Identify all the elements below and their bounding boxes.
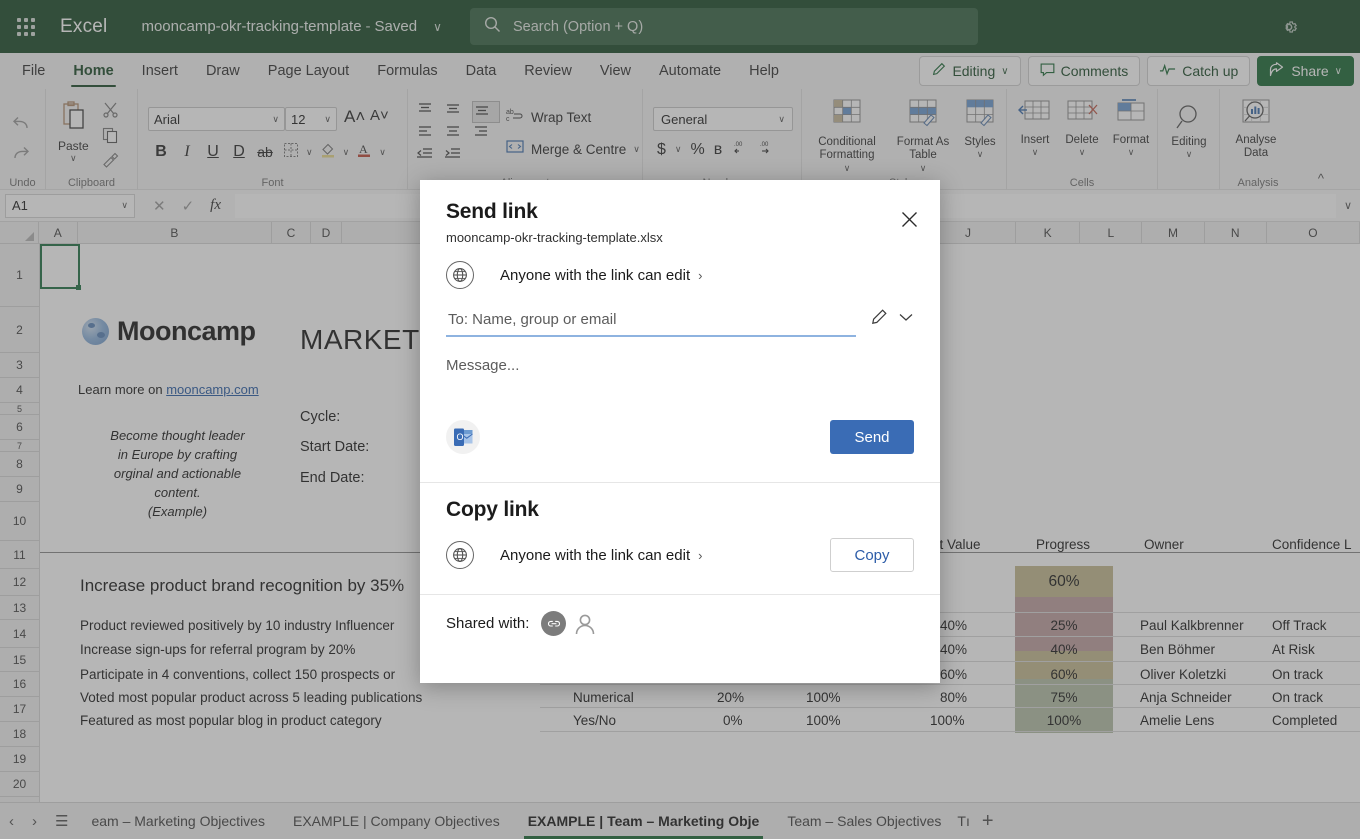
message-input[interactable]: Message...: [446, 357, 914, 374]
send-link-section: Send link mooncamp-okr-tracking-template…: [420, 180, 940, 374]
recipients-input[interactable]: [446, 307, 856, 337]
link-chain-icon[interactable]: [541, 611, 566, 636]
file-name-label: mooncamp-okr-tracking-template.xlsx: [446, 230, 914, 245]
svg-text:O: O: [456, 432, 463, 442]
pencil-icon[interactable]: [870, 308, 888, 331]
section-divider-2: [420, 594, 940, 595]
send-permission-label: Anyone with the link can edit: [500, 267, 690, 284]
send-button[interactable]: Send: [830, 420, 914, 454]
send-link-title: Send link: [446, 180, 914, 224]
globe-icon: [446, 541, 474, 569]
send-actions: O Send: [446, 420, 914, 454]
chevron-down-icon[interactable]: [898, 310, 914, 328]
chevron-right-icon: ›: [698, 548, 702, 563]
chevron-right-icon: ›: [698, 268, 702, 283]
copy-link-section: Copy link Anyone with the link can edit …: [420, 498, 940, 572]
shared-with-row: Shared with:: [446, 610, 914, 637]
copy-permission-control[interactable]: Anyone with the link can edit ›: [446, 541, 702, 569]
person-avatar-icon[interactable]: [571, 610, 598, 637]
copy-permission-row: Anyone with the link can edit › Copy: [446, 538, 914, 572]
copy-button[interactable]: Copy: [830, 538, 914, 572]
section-divider-1: [420, 482, 940, 483]
shared-with-label: Shared with:: [446, 615, 529, 632]
recipients-actions: [870, 308, 914, 337]
share-dialog: Send link mooncamp-okr-tracking-template…: [420, 180, 940, 683]
excel-web-app: Excel mooncamp-okr-tracking-template-Sav…: [0, 0, 1360, 839]
globe-icon: [446, 261, 474, 289]
shared-with-section: Shared with:: [420, 610, 940, 637]
send-permission-row[interactable]: Anyone with the link can edit ›: [446, 261, 914, 289]
copy-permission-label: Anyone with the link can edit: [500, 547, 690, 564]
outlook-icon[interactable]: O: [446, 420, 480, 454]
recipients-field: [446, 307, 914, 337]
close-x-icon[interactable]: [896, 206, 922, 232]
copy-link-title: Copy link: [446, 498, 914, 522]
